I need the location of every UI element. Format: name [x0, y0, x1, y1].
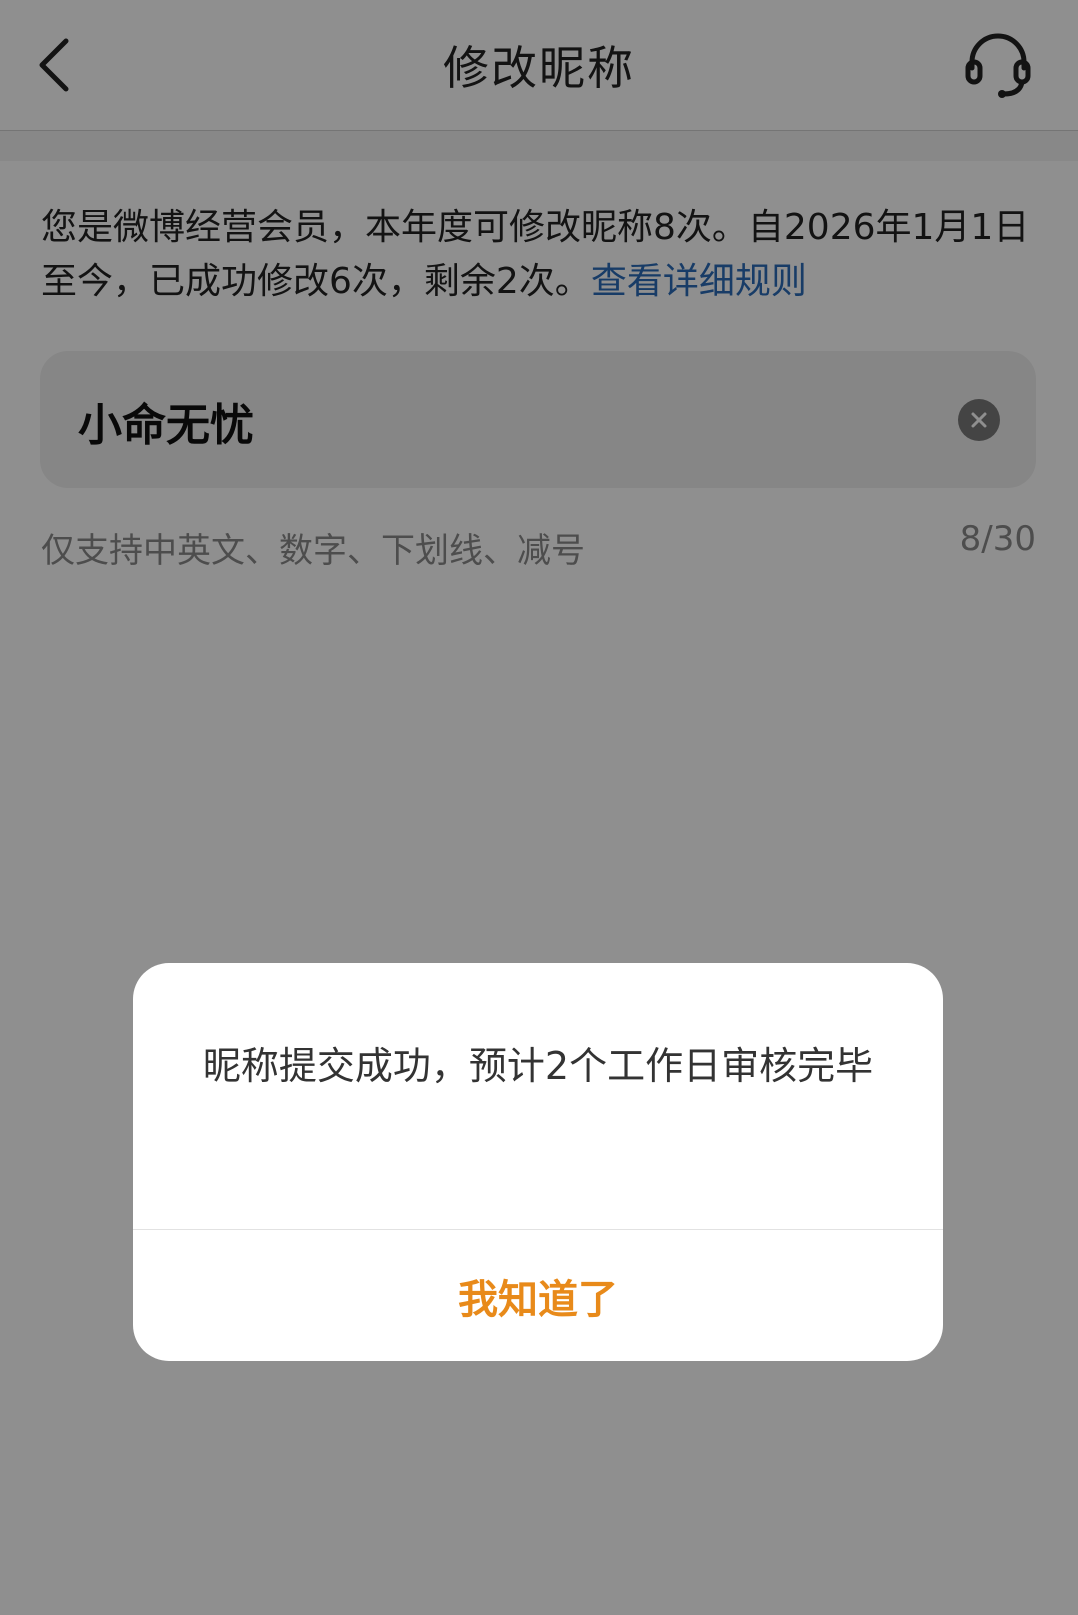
submit-success-dialog: 昵称提交成功，预计2个工作日审核完毕 我知道了 — [133, 963, 943, 1361]
dialog-message: 昵称提交成功，预计2个工作日审核完毕 — [202, 1044, 874, 1088]
confirm-button[interactable]: 我知道了 — [133, 1230, 943, 1361]
modal-overlay[interactable] — [0, 0, 1078, 1615]
